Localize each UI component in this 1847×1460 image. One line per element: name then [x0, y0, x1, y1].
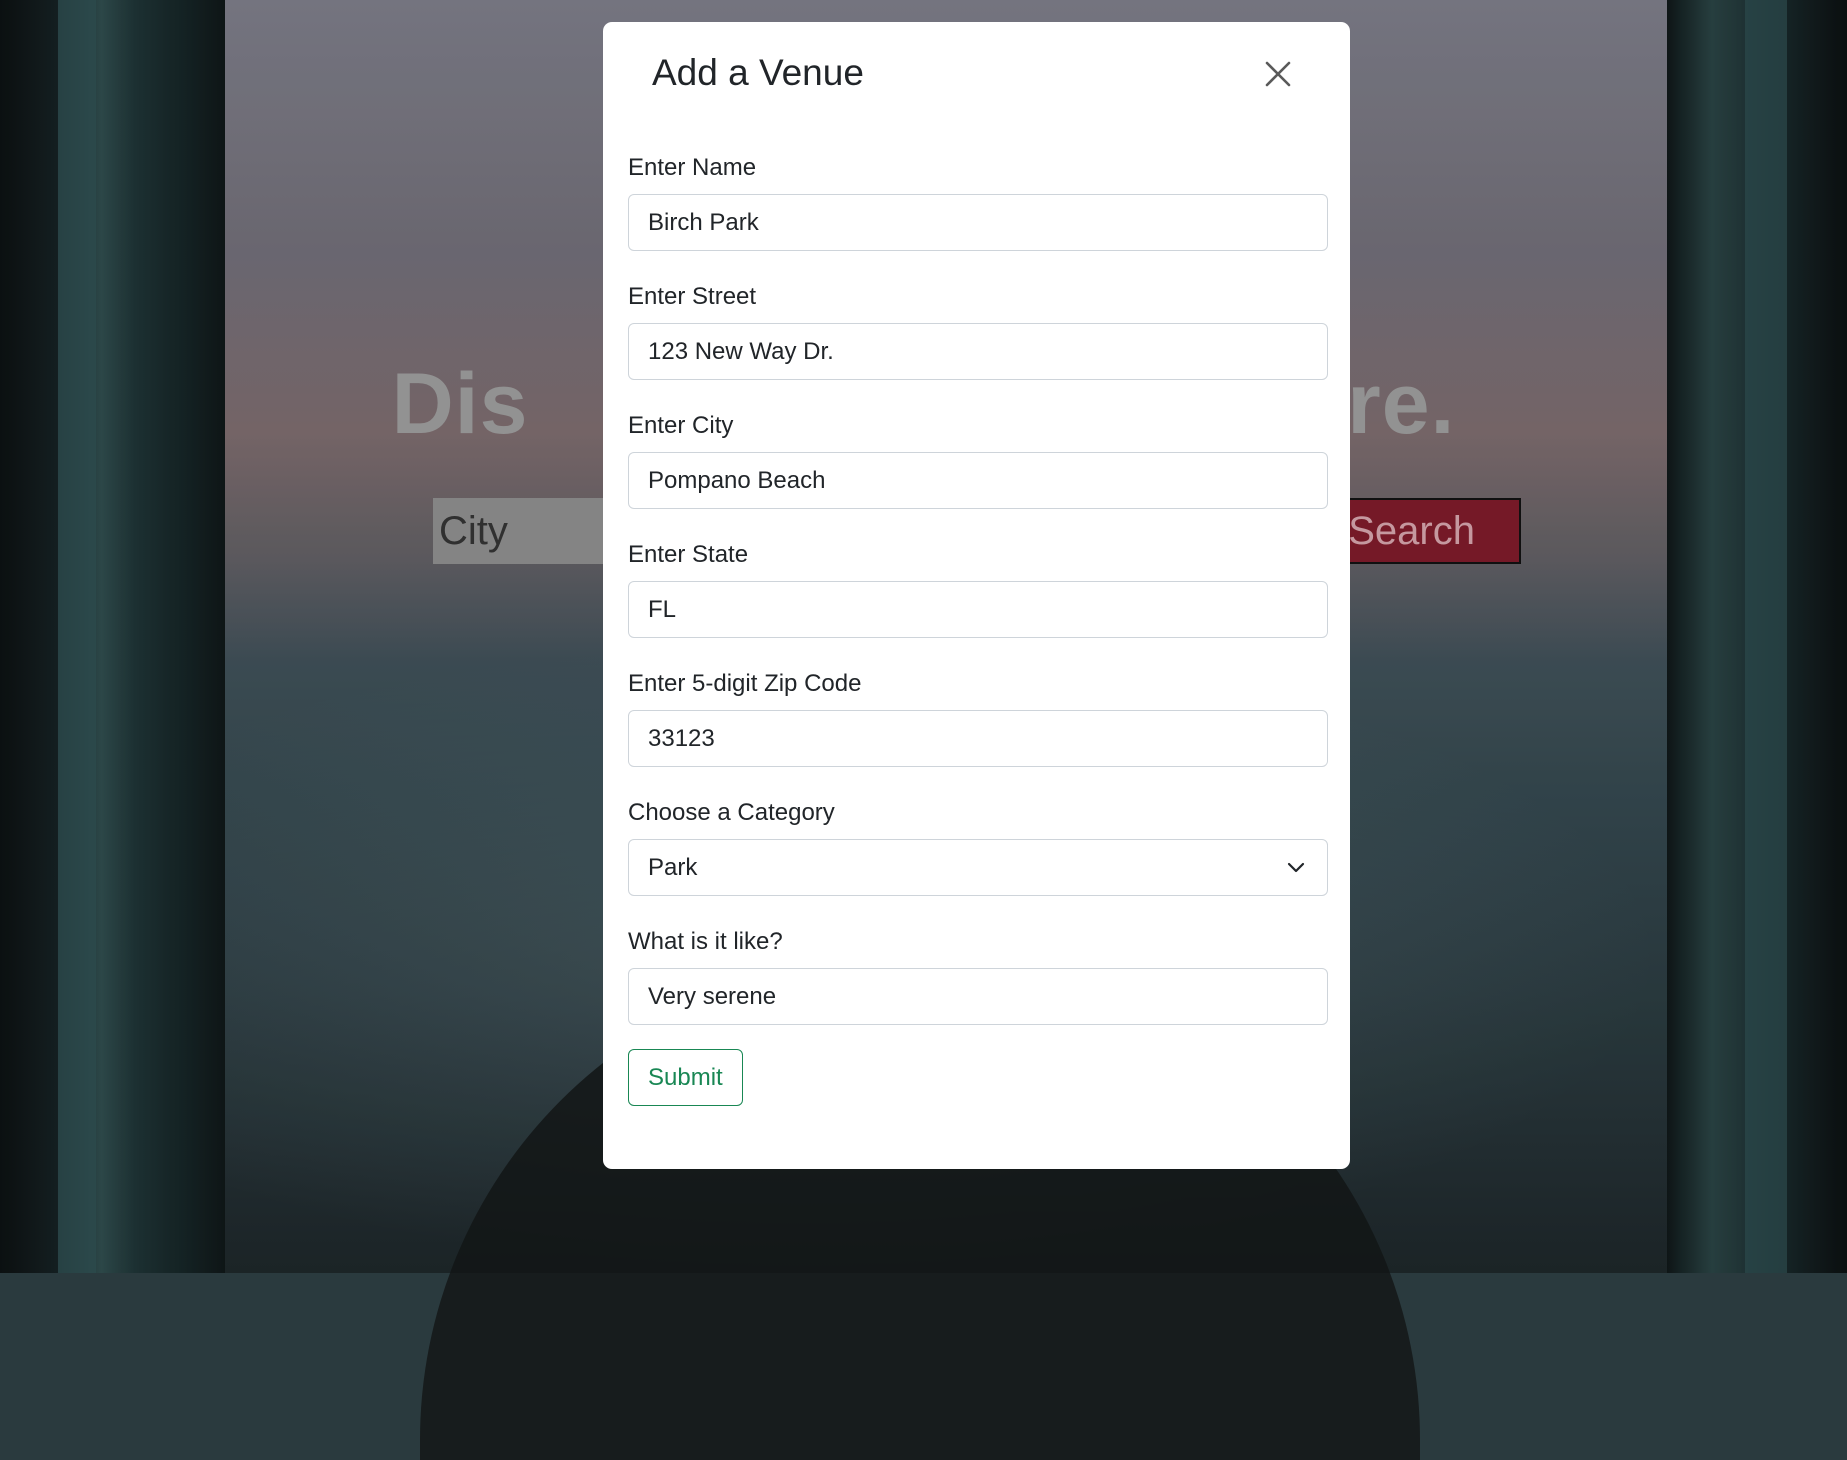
submit-row: Submit: [628, 1049, 1326, 1106]
add-venue-modal: Add a Venue Enter Name Enter Street Ente…: [603, 22, 1350, 1169]
category-field-group: Choose a Category Park: [628, 793, 1328, 896]
add-venue-form: Enter Name Enter Street Enter City Enter…: [627, 148, 1328, 1106]
close-icon: [1265, 61, 1291, 87]
state-input[interactable]: [628, 581, 1328, 638]
city-input[interactable]: [628, 452, 1328, 509]
description-field-group: What is it like?: [628, 922, 1328, 1025]
state-field-group: Enter State: [628, 535, 1328, 638]
description-input[interactable]: [628, 968, 1328, 1025]
description-label: What is it like?: [628, 928, 783, 955]
modal-title: Add a Venue: [652, 52, 864, 93]
city-label: Enter City: [628, 412, 734, 439]
category-label: Choose a Category: [628, 799, 835, 826]
street-input[interactable]: [628, 323, 1328, 380]
name-input[interactable]: [628, 194, 1328, 251]
zip-label: Enter 5-digit Zip Code: [628, 670, 862, 697]
zip-input[interactable]: [628, 710, 1328, 767]
name-label: Enter Name: [628, 154, 757, 181]
submit-button[interactable]: Submit: [628, 1049, 743, 1106]
city-field-group: Enter City: [628, 406, 1328, 509]
category-select[interactable]: Park: [628, 839, 1328, 896]
close-button[interactable]: [1262, 58, 1294, 90]
category-select-wrapper: Park: [628, 839, 1328, 896]
street-field-group: Enter Street: [628, 277, 1328, 380]
state-label: Enter State: [628, 541, 749, 568]
name-field-group: Enter Name: [628, 148, 1328, 251]
modal-header: Add a Venue: [627, 22, 1326, 148]
zip-field-group: Enter 5-digit Zip Code: [628, 664, 1328, 767]
chevron-down-icon: [1287, 862, 1305, 873]
street-label: Enter Street: [628, 283, 757, 310]
